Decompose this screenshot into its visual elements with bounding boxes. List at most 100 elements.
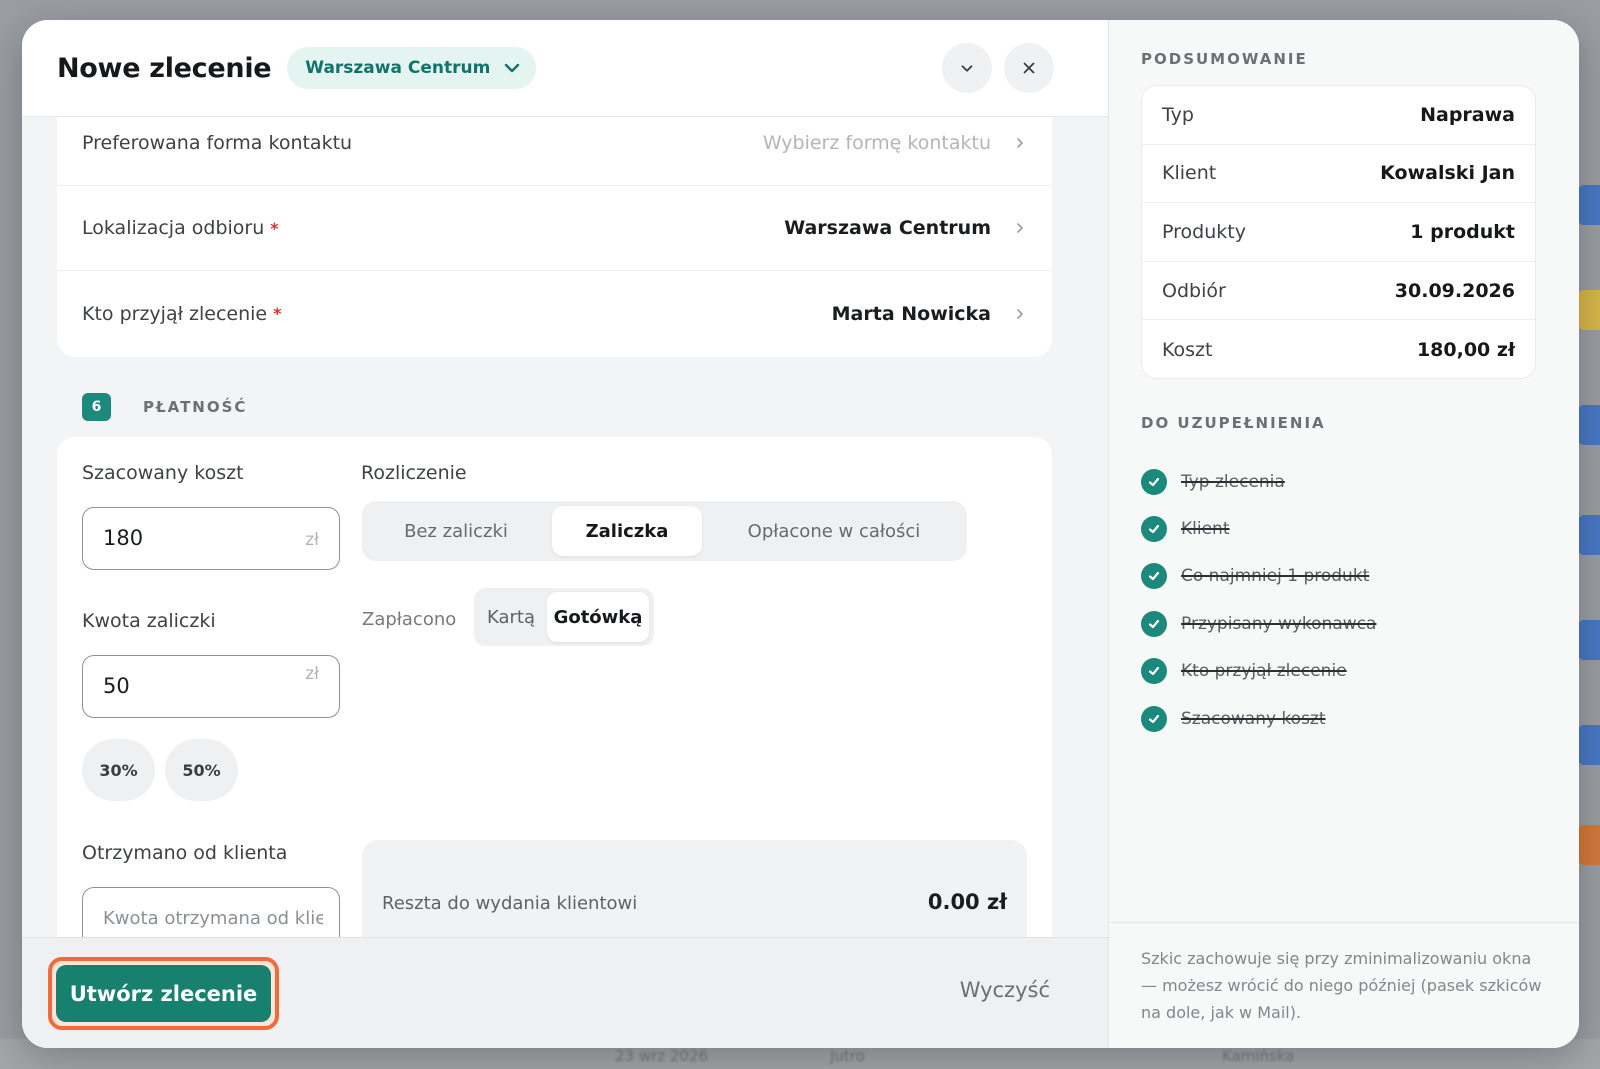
row-label: Preferowana forma kontaktu [82,132,353,154]
currency-unit: zł [305,530,319,550]
check-icon [1141,610,1167,637]
settlement-option-paid-full[interactable]: Opłacone w całości [707,506,961,556]
bg-status-strip [1578,725,1600,765]
summary-row-client: Klient Kowalski Jan [1142,145,1535,204]
row-label: Kto przyjął zlecenie [82,302,268,325]
paid-method-segmented-control: Kartą Gotówką [474,588,654,646]
todo-text: Szacowany koszt [1181,708,1326,729]
paid-option-cash[interactable]: Gotówką [547,592,649,642]
change-due-value: 0.00 zł [927,890,1007,914]
chevron-down-icon [505,63,520,73]
summary-key: Koszt [1162,338,1213,361]
currency-unit: zł [305,664,319,684]
estimated-cost-value: 180 [103,526,144,550]
row-preferred-contact[interactable]: Preferowana forma kontaktu Wybierz formę… [57,117,1052,186]
new-order-modal: Nowe zlecenie Warszawa Centrum Preferowa… [22,20,1579,1048]
payment-card: Szacowany koszt 180 zł Rozliczenie Bez z… [57,437,1052,937]
bg-status-strip [1578,825,1600,865]
todo-text: Kto przyjął zlecenie [1181,661,1347,682]
form-scroll-area[interactable]: Preferowana forma kontaktu Wybierz formę… [22,117,1108,937]
summary-row-cost: Koszt 180,00 zł [1142,320,1535,378]
todo-text: Co najmniej 1 produkt [1181,566,1370,587]
bg-status-strip [1578,405,1600,445]
check-icon [1141,468,1167,495]
section-title: PŁATNOŚĆ [143,398,248,416]
close-button[interactable] [1004,43,1054,93]
summary-card: Typ Naprawa Klient Kowalski Jan Produkty… [1141,85,1536,379]
summary-value: Kowalski Jan [1380,162,1515,185]
todo-text: Przypisany wykonawca [1181,613,1377,634]
check-icon [1141,658,1167,685]
bg-status-strip [1578,515,1600,555]
summary-row-pickup: Odbiór 30.09.2026 [1142,262,1535,321]
bg-status-strip [1578,620,1600,660]
chevron-right-icon [1017,223,1024,233]
change-due-label: Reszta do wydania klientowi [382,893,638,914]
close-icon [1023,62,1035,74]
summary-value: 180,00 zł [1416,338,1515,361]
todo-heading: DO UZUPEŁNIENIA [1141,414,1326,432]
deposit-input[interactable]: 50 zł [82,655,340,718]
settlement-option-no-deposit[interactable]: Bez zaliczki [367,506,545,556]
row-label: Lokalizacja odbioru [82,217,265,239]
deposit-value: 50 [103,674,130,698]
paid-option-card[interactable]: Kartą [478,592,544,642]
todo-item: Co najmniej 1 produkt [1141,553,1376,600]
bg-person: Kamińska [1222,1047,1295,1065]
row-placeholder: Wybierz formę kontaktu [762,132,991,154]
bg-due: Jutro [830,1047,865,1065]
settlement-label: Rozliczenie [361,462,467,484]
todo-item: Klient [1141,505,1376,552]
deposit-label: Kwota zaliczki [82,610,216,632]
change-due-box: Reszta do wydania klientowi 0.00 zł [362,840,1027,937]
order-form-panel: Nowe zlecenie Warszawa Centrum Preferowa… [22,20,1109,1048]
estimated-cost-label: Szacowany koszt [82,462,244,484]
location-selector[interactable]: Warszawa Centrum [287,47,537,89]
summary-value: Naprawa [1420,103,1515,126]
received-placeholder: Kwota otrzymana od klienta [103,908,323,929]
percent-50-button[interactable]: 50% [165,739,238,801]
summary-key: Typ [1162,103,1194,126]
bg-status-strip [1578,290,1600,330]
todo-text: Klient [1181,519,1230,540]
row-pickup-location[interactable]: Lokalizacja odbioru * Warszawa Centrum [57,186,1052,271]
summary-panel: PODSUMOWANIE Typ Naprawa Klient Kowalski… [1109,20,1579,1048]
summary-value: 1 produkt [1410,220,1515,243]
payment-section-header: 6 PŁATNOŚĆ [82,393,247,421]
required-mark: * [270,218,279,238]
settlement-option-deposit[interactable]: Zaliczka [552,506,702,556]
chevron-right-icon [1017,138,1024,148]
chevron-down-icon [961,65,973,72]
percent-30-button[interactable]: 30% [82,739,155,801]
row-value: Warszawa Centrum [784,217,991,239]
clear-button[interactable]: Wyczyść [960,978,1050,1002]
summary-key: Produkty [1162,220,1246,243]
paid-with-label: Zapłacono [362,609,457,630]
create-order-button[interactable]: Utwórz zlecenie [56,965,271,1022]
form-footer: Utwórz zlecenie Wyczyść [22,937,1108,1048]
settlement-segmented-control: Bez zaliczki Zaliczka Opłacone w całości [362,501,967,561]
summary-heading: PODSUMOWANIE [1141,50,1308,68]
check-icon [1141,705,1167,732]
modal-header: Nowe zlecenie Warszawa Centrum [22,20,1108,117]
todo-item: Szacowany koszt [1141,695,1376,742]
received-amount-input[interactable]: Kwota otrzymana od klienta [82,887,340,937]
modal-title: Nowe zlecenie [57,52,272,84]
check-icon [1141,516,1167,543]
row-accepted-by[interactable]: Kto przyjął zlecenie * Marta Nowicka [57,271,1052,356]
bg-date: 23 wrz 2026 [615,1047,709,1065]
todo-item: Przypisany wykonawca [1141,600,1376,647]
estimated-cost-input[interactable]: 180 zł [82,507,340,570]
required-mark: * [273,304,282,323]
summary-key: Odbiór [1162,279,1226,302]
check-icon [1141,563,1167,590]
todo-list: Typ zlecenia Klient Co najmniej 1 produk… [1141,458,1376,742]
minimize-button[interactable] [942,43,992,93]
chevron-right-icon [1017,308,1024,319]
draft-note-area: Szkic zachowuje się przy zminimalizowani… [1109,922,1579,1048]
todo-item: Kto przyjął zlecenie [1141,648,1376,695]
step-badge: 6 [82,393,111,421]
bg-status-strip [1578,185,1600,225]
contact-card: Preferowana forma kontaktu Wybierz formę… [57,117,1052,357]
todo-item: Typ zlecenia [1141,458,1376,505]
